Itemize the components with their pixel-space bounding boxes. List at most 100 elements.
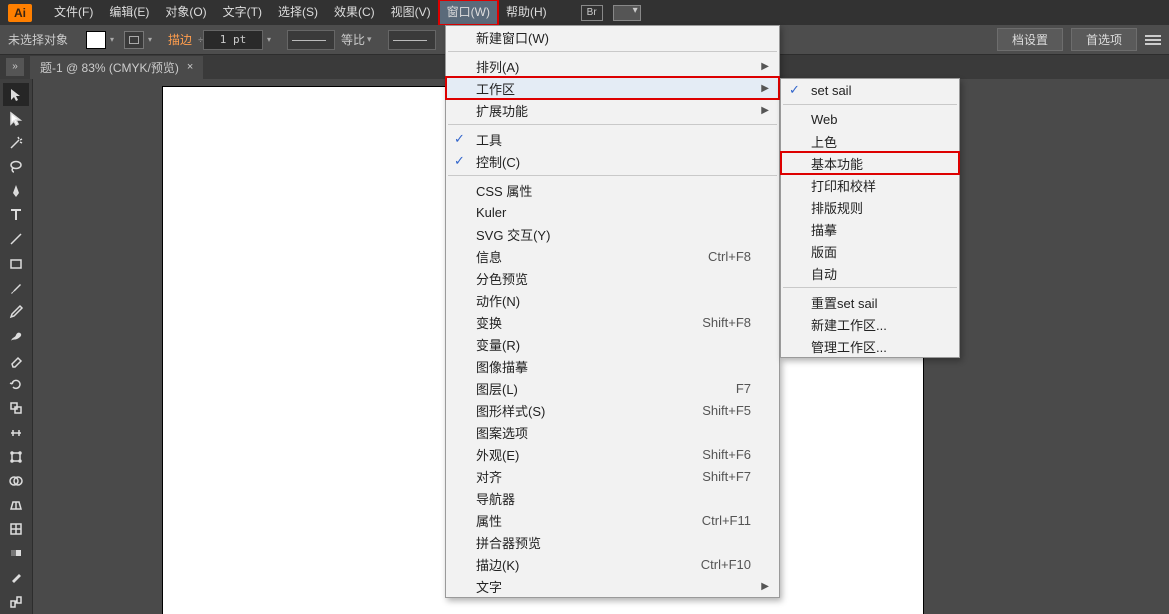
workspace-menu-item-5[interactable]: 打印和校样 (781, 174, 959, 196)
workspace-menu-item-6[interactable]: 排版规则 (781, 196, 959, 218)
workspace-menu-item-4[interactable]: 基本功能 (781, 152, 959, 174)
window-menu-item-12[interactable]: 信息Ctrl+F8 (446, 245, 779, 267)
tool-direct-selection[interactable] (3, 107, 29, 130)
window-menu-label: 信息 (476, 247, 502, 266)
tool-paintbrush[interactable] (3, 276, 29, 299)
window-menu-item-16[interactable]: 变量(R) (446, 333, 779, 355)
window-menu-item-13[interactable]: 分色预览 (446, 267, 779, 289)
window-menu-item-6[interactable]: ✓工具 (446, 128, 779, 150)
window-menu-item-14[interactable]: 动作(N) (446, 289, 779, 311)
workspace-menu-item-9[interactable]: 自动 (781, 262, 959, 284)
menu-file[interactable]: 文件(F) (46, 0, 101, 25)
window-menu-label: 属性 (476, 511, 502, 530)
stroke-dropdown-icon[interactable]: ▾ (148, 35, 152, 44)
workspace-menu-label: set sail (811, 83, 851, 98)
menu-type[interactable]: 文字(T) (215, 0, 270, 25)
menu-help[interactable]: 帮助(H) (498, 0, 555, 25)
workspace-menu-item-2[interactable]: Web (781, 108, 959, 130)
doc-setup-button[interactable]: 档设置 (997, 28, 1063, 51)
window-menu-label: 新建窗口(W) (476, 28, 549, 47)
stroke-label[interactable]: 描边 (168, 31, 192, 48)
menu-select[interactable]: 选择(S) (270, 0, 326, 25)
tool-eyedropper[interactable] (3, 566, 29, 589)
window-menu-item-17[interactable]: 图像描摹 (446, 355, 779, 377)
menu-object[interactable]: 对象(O) (157, 0, 214, 25)
tool-free-transform[interactable] (3, 445, 29, 468)
tab-scroll-icon[interactable]: » (6, 58, 24, 76)
bridge-icon[interactable]: Br (581, 5, 603, 21)
window-menu-item-4[interactable]: 扩展功能▶ (446, 99, 779, 121)
menu-effect[interactable]: 效果(C) (326, 0, 383, 25)
window-menu-item-24[interactable]: 属性Ctrl+F11 (446, 509, 779, 531)
window-menu-label: 动作(N) (476, 291, 520, 310)
tool-scale[interactable] (3, 397, 29, 420)
workspace-menu-item-7[interactable]: 描摹 (781, 218, 959, 240)
tool-blob-brush[interactable] (3, 324, 29, 347)
menu-window[interactable]: 窗口(W) (439, 0, 498, 25)
window-menu-label: SVG 交互(Y) (476, 225, 550, 244)
window-menu-item-19[interactable]: 图形样式(S)Shift+F5 (446, 399, 779, 421)
tool-shape-builder[interactable] (3, 469, 29, 492)
tool-lasso[interactable] (3, 155, 29, 178)
workspace-menu-label: Web (811, 112, 838, 127)
menu-edit[interactable]: 编辑(E) (101, 0, 157, 25)
tool-mesh[interactable] (3, 518, 29, 541)
window-menu-item-25[interactable]: 拼合器预览 (446, 531, 779, 553)
document-tab[interactable]: 题-1 @ 83% (CMYK/预览) × (30, 56, 203, 79)
window-menu-item-2[interactable]: 排列(A)▶ (446, 55, 779, 77)
window-menu-item-3[interactable]: 工作区▶ (446, 77, 779, 99)
panel-menu-icon[interactable] (1145, 33, 1161, 47)
tool-pencil[interactable] (3, 300, 29, 323)
tool-gradient[interactable] (3, 542, 29, 565)
shortcut-label: F7 (736, 381, 751, 396)
stroke-weight-dropdown-icon[interactable]: ▾ (267, 35, 271, 44)
tool-eraser[interactable] (3, 349, 29, 372)
tool-rotate[interactable] (3, 373, 29, 396)
fill-dropdown-icon[interactable]: ▾ (110, 35, 114, 44)
tool-width[interactable] (3, 421, 29, 444)
stroke-swatch[interactable] (124, 31, 144, 49)
workspace-menu-item-13[interactable]: 管理工作区... (781, 335, 959, 357)
window-menu-item-21[interactable]: 外观(E)Shift+F6 (446, 443, 779, 465)
window-menu-item-10[interactable]: Kuler (446, 201, 779, 223)
window-menu-label: CSS 属性 (476, 181, 532, 200)
window-menu-item-9[interactable]: CSS 属性 (446, 179, 779, 201)
tool-pen[interactable] (3, 180, 29, 203)
tool-magic-wand[interactable] (3, 131, 29, 154)
arrange-documents-button[interactable] (613, 5, 641, 21)
window-menu-label: 文字 (476, 577, 502, 596)
window-menu-item-20[interactable]: 图案选项 (446, 421, 779, 443)
tool-perspective[interactable] (3, 493, 29, 516)
stroke-profile[interactable] (287, 30, 335, 50)
window-menu-item-7[interactable]: ✓控制(C) (446, 150, 779, 172)
window-menu-item-0[interactable]: 新建窗口(W) (446, 26, 779, 48)
workspace-menu-item-12[interactable]: 新建工作区... (781, 313, 959, 335)
tool-selection[interactable] (3, 83, 29, 106)
tool-line[interactable] (3, 228, 29, 251)
brush-definition[interactable] (388, 30, 436, 50)
prefs-button[interactable]: 首选项 (1071, 28, 1137, 51)
workspace-menu-item-3[interactable]: 上色 (781, 130, 959, 152)
uniform-dropdown-icon[interactable]: ▾ (367, 34, 372, 45)
fill-swatch[interactable] (86, 31, 106, 49)
window-menu-item-23[interactable]: 导航器 (446, 487, 779, 509)
tool-blend[interactable] (3, 590, 29, 613)
window-menu-item-15[interactable]: 变换Shift+F8 (446, 311, 779, 333)
menu-view[interactable]: 视图(V) (383, 0, 439, 25)
workspace-submenu: ✓set sail Web 上色基本功能打印和校样排版规则描摹版面自动重置set s… (780, 78, 960, 358)
stroke-weight-input[interactable]: 1 pt (203, 30, 263, 50)
window-menu-item-26[interactable]: 描边(K)Ctrl+F10 (446, 553, 779, 575)
workspace-menu-item-0[interactable]: ✓set sail (781, 79, 959, 101)
tool-rectangle[interactable] (3, 252, 29, 275)
tool-type[interactable] (3, 204, 29, 227)
window-menu: 新建窗口(W) 排列(A)▶工作区▶扩展功能▶ ✓工具✓控制(C) CSS 属性Kul… (445, 25, 780, 598)
shortcut-label: Shift+F7 (702, 469, 751, 484)
window-menu-label: 图形样式(S) (476, 401, 545, 420)
workspace-menu-item-8[interactable]: 版面 (781, 240, 959, 262)
tab-close-icon[interactable]: × (187, 61, 193, 73)
window-menu-item-22[interactable]: 对齐Shift+F7 (446, 465, 779, 487)
window-menu-item-18[interactable]: 图层(L)F7 (446, 377, 779, 399)
window-menu-item-27[interactable]: 文字▶ (446, 575, 779, 597)
workspace-menu-item-11[interactable]: 重置set sail (781, 291, 959, 313)
window-menu-item-11[interactable]: SVG 交互(Y) (446, 223, 779, 245)
